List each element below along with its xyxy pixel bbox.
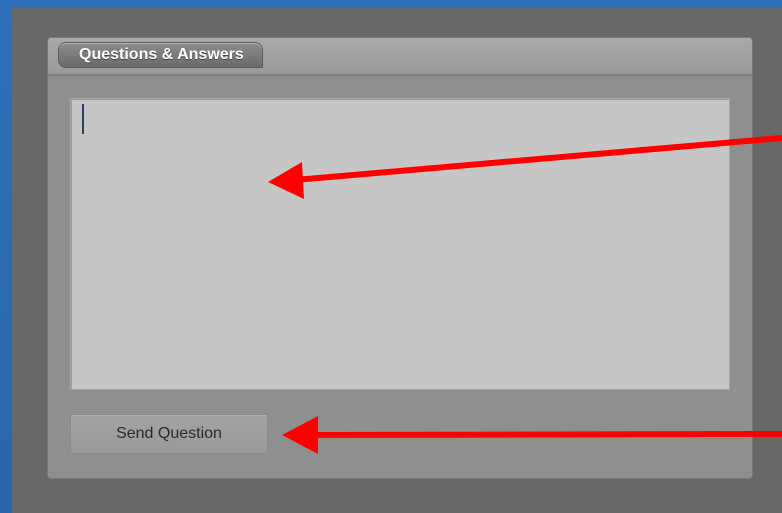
arrow-to-send-button (282, 416, 782, 454)
arrow-to-input (268, 135, 782, 199)
annotation-arrows (268, 135, 782, 454)
